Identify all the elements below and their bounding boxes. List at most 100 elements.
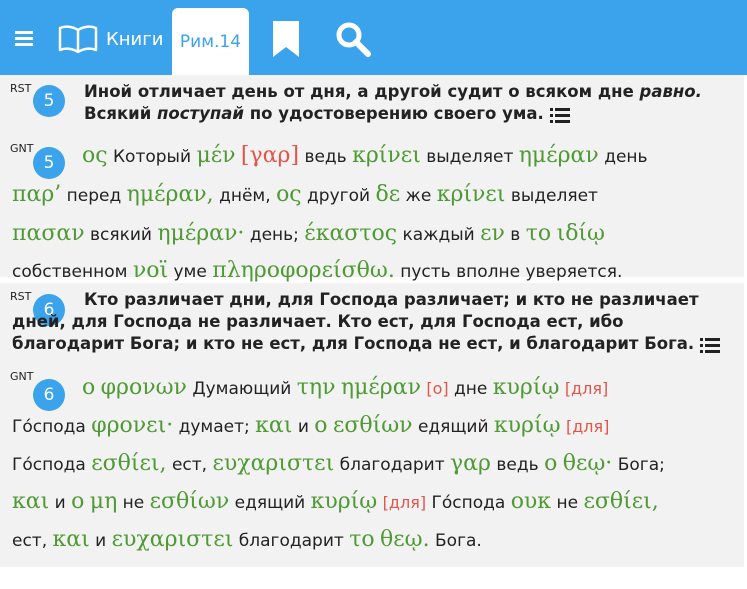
greek-word[interactable]: ημέραν, [127,182,214,207]
greek-word[interactable]: κυρίῳ [493,375,560,400]
greek-word[interactable]: εσθίων [150,489,230,514]
tab-current-chapter[interactable]: Рим.14 [172,8,249,75]
list-icon[interactable] [549,107,570,123]
verse-number-badge[interactable]: 6 [33,379,65,411]
books-label: Книги [106,28,164,50]
greek-word[interactable]: το [526,221,551,246]
russian-gloss: в [510,225,521,245]
russian-gloss: же [405,186,432,206]
russian-gloss: не [556,493,579,513]
menu-icon [15,31,33,46]
search-icon [336,22,371,57]
russian-gloss: ест, [12,531,48,551]
russian-gloss: Бога; [617,455,665,475]
greek-word[interactable]: εν [480,221,505,246]
gnt-line: και и ο μη не εσθίων едящий κυρίῳ [для] … [12,489,737,514]
greek-word[interactable]: ημέραν [519,143,599,168]
rst-text-segment: по удостоверению своего ума. [243,104,544,123]
greek-word[interactable]: εσθίων [333,413,413,438]
greek-word[interactable]: ημέραν [341,375,421,400]
greek-word[interactable]: φρονει· [91,413,173,438]
verse-6-gnt: GNT 6 ο φρονων Думающий την ημέραν [ο] д… [0,363,744,567]
gnt-row: GNT 6 ο φρονων Думающий την ημέραν [ο] д… [0,363,744,567]
bookmark-button[interactable] [270,20,302,58]
greek-word[interactable]: ευχαριστει [212,451,334,476]
greek-word[interactable]: κυρίῳ [311,489,378,514]
greek-word[interactable]: την [297,375,336,400]
list-icon[interactable] [700,337,721,353]
greek-word[interactable]: ο [544,451,557,476]
greek-word[interactable]: θεῳ· [563,451,613,476]
russian-gloss: думает; [178,417,250,437]
greek-word[interactable]: το [349,527,374,552]
greek-word[interactable]: ουκ [511,489,551,514]
greek-word[interactable]: πληροφορείσθω. [212,258,395,283]
greek-word[interactable]: ο [314,413,327,438]
books-button[interactable]: Книги [58,20,163,58]
gnt-line: ο φρονων Думающий την ημέραν [ο] дне κυρ… [82,375,747,400]
greek-word[interactable]: και [255,413,292,438]
greek-word[interactable]: φρονων [101,375,187,400]
greek-word[interactable]: κρίνει [352,143,421,168]
russian-gloss: ведь [496,455,539,475]
russian-gloss: выделяет [426,147,514,167]
menu-button[interactable] [10,22,38,54]
rst-text-segment: Иной отличает день от дня, а другой суди… [84,82,640,101]
greek-word[interactable]: ευχαριστει [112,527,234,552]
greek-word[interactable]: κρίνει [437,182,506,207]
russian-gloss: всякий [89,225,152,245]
russian-gloss: Думающий [192,379,292,399]
greek-word[interactable]: και [53,527,90,552]
rst-row: RST 6 Кто различает дни, для Господа раз… [0,283,744,363]
greek-word[interactable]: ο [82,375,95,400]
variant-word: [для] [564,379,609,398]
rst-tag: RST [10,82,32,95]
russian-gloss: каждый [402,225,475,245]
variant-word: [для] [565,417,610,436]
greek-word[interactable]: έκαστος [304,221,397,246]
greek-word[interactable]: πασαν [12,221,85,246]
rst-text: Иной отличает день от дня, а другой суди… [84,81,734,125]
greek-word[interactable]: ος [82,143,108,168]
book-icon [58,25,98,54]
greek-word[interactable]: ιδίῳ [557,221,605,246]
russian-gloss: Который [112,147,192,167]
greek-word[interactable]: εσθίει, [91,451,166,476]
greek-word[interactable]: μέν [196,143,235,168]
greek-word[interactable]: γαρ [450,451,491,476]
russian-gloss: едящий [234,493,306,513]
rst-text-segment: Кто различает дни, для Господа различает… [12,290,699,353]
greek-word[interactable]: θεῳ. [380,527,430,552]
greek-word[interactable]: ο [71,489,84,514]
gnt-tag: GNT [10,370,34,383]
greek-word[interactable]: ημέραν· [157,221,244,246]
search-button[interactable] [334,20,372,58]
variant-word: [для] [382,493,427,512]
gnt-line: παρ’ перед ημέραν, днём, ος другой δε же… [12,182,737,207]
greek-word[interactable]: κυρίῳ [494,413,561,438]
russian-gloss: выделяет [510,186,598,206]
rst-row: RST 5 Иной отличает день от дня, а друго… [0,75,744,135]
greek-word[interactable]: μη [90,489,117,514]
greek-word[interactable]: παρ’ [12,182,61,207]
russian-gloss: дне [454,379,488,399]
chapter-content: RST 5 Иной отличает день от дня, а друго… [0,75,747,571]
greek-word[interactable]: ος [276,182,302,207]
tab-label: Рим.14 [179,31,242,52]
variant-greek-word[interactable]: [γαρ] [241,143,299,168]
bookmark-icon [273,21,299,57]
verse-number-badge[interactable]: 5 [33,147,65,179]
russian-gloss: Го́спода [12,417,86,437]
variant-word: [ο] [426,379,449,398]
greek-word[interactable]: και [12,489,49,514]
russian-gloss: Го́спода [431,493,506,513]
verse-number-badge[interactable]: 5 [33,85,65,117]
russian-gloss: едящий [417,417,489,437]
top-toolbar: Книги Рим.14 [0,0,747,75]
greek-word[interactable]: δε [375,182,400,207]
russian-gloss: благодарит [238,531,344,551]
greek-word[interactable]: νοϊ [133,258,168,283]
greek-word[interactable]: εσθίει, [583,489,658,514]
gnt-line: ος Который μέν [γαρ] ведь κρίνει выделяе… [82,143,747,168]
verse-6: RST 6 Кто различает дни, для Господа раз… [0,283,744,363]
